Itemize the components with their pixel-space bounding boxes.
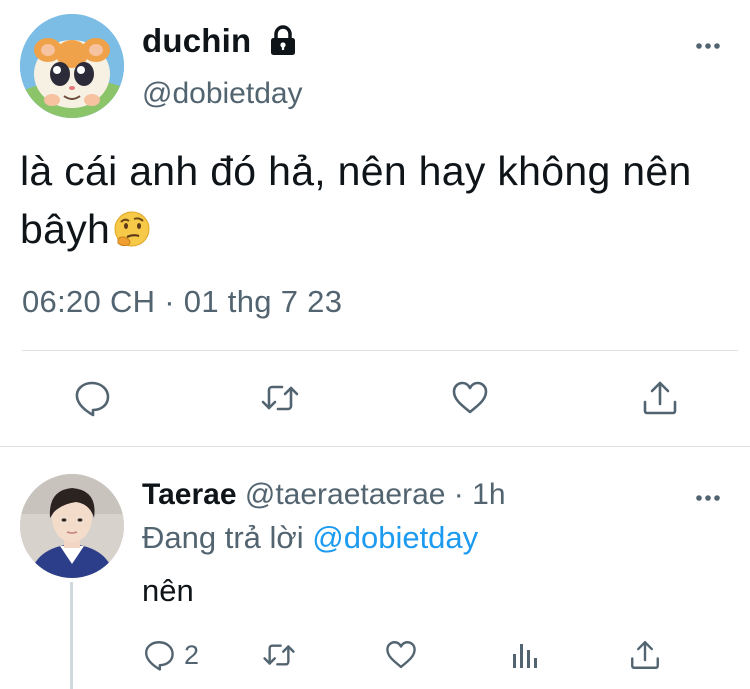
reply-separator: ·: [453, 478, 464, 511]
reply-icon[interactable]: [142, 638, 176, 672]
replying-to-label: Đang trả lời: [142, 520, 304, 555]
more-options-icon[interactable]: [694, 486, 722, 510]
replying-to: Đang trả lời @dobietday: [142, 520, 478, 556]
thread-line: [70, 582, 73, 689]
reply-count: 2: [184, 640, 200, 670]
reply-text: nên: [142, 573, 194, 608]
lock-icon: [266, 24, 300, 58]
reply-icon[interactable]: [72, 378, 112, 418]
thinking-face-emoji: [112, 206, 152, 264]
share-icon[interactable]: [640, 378, 680, 418]
like-icon[interactable]: [384, 638, 418, 672]
hamster-avatar-image: [20, 14, 124, 118]
reply-author-handle[interactable]: @taeraetaerae: [245, 478, 446, 511]
tweet-text: là cái anh đó hả, nên hay không nên bâyh: [20, 142, 720, 264]
retweet-icon[interactable]: [262, 638, 296, 672]
reply-header: Taerae @taeraetaerae · 1h: [142, 478, 506, 512]
reply-time[interactable]: 1h: [472, 478, 505, 511]
divider: [22, 350, 738, 351]
author-handle[interactable]: @dobietday: [142, 77, 303, 111]
tweet-timestamp[interactable]: 06:20 CH · 01 thg 7 23: [22, 284, 342, 320]
analytics-icon[interactable]: [508, 638, 542, 672]
share-icon[interactable]: [628, 638, 662, 672]
person-avatar-image: [20, 474, 124, 578]
retweet-icon[interactable]: [260, 378, 300, 418]
like-icon[interactable]: [450, 378, 490, 418]
author-name[interactable]: duchin: [142, 22, 251, 60]
reply-author-name[interactable]: Taerae: [142, 478, 237, 511]
author-avatar[interactable]: [20, 14, 124, 118]
replying-to-mention[interactable]: @dobietday: [312, 520, 478, 555]
more-options-icon[interactable]: [694, 34, 722, 58]
divider: [0, 446, 750, 447]
reply-author-avatar[interactable]: [20, 474, 124, 578]
